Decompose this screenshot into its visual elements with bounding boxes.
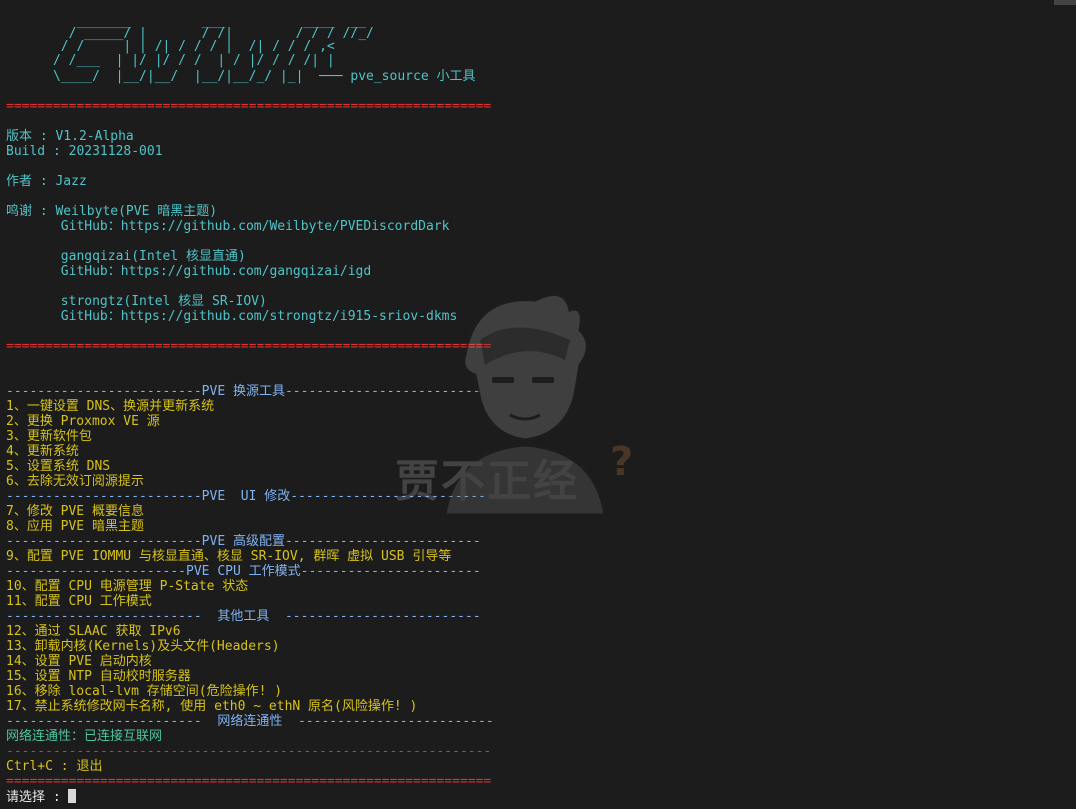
terminal-window[interactable]: _______ ___ ____ __ / _____/ | / /| / / … bbox=[0, 0, 1076, 809]
menu-item-5: 5、设置系统 DNS bbox=[6, 459, 111, 474]
thanks-2: gangqizai(Intel 核显直通) bbox=[6, 249, 246, 264]
thanks-3-link: GitHub：https://github.com/strongtz/i915-… bbox=[6, 309, 458, 324]
author-text: 作者 : Jazz bbox=[6, 174, 87, 189]
section-pve-source: -------------------------PVE 换源工具-------… bbox=[6, 384, 481, 399]
menu-item-6: 6、去除无效订阅源提示 bbox=[6, 474, 144, 489]
logo-line-5: \____/ |__/|__/ |__/|__/_/ |_| ─── pve_s… bbox=[6, 69, 476, 84]
thanks-2-link: GitHub：https://github.com/gangqizai/igd bbox=[6, 264, 372, 279]
thanks-1: 鸣谢 : Weilbyte(PVE 暗黑主题) bbox=[6, 204, 218, 219]
menu-item-8: 8、应用 PVE 暗黑主题 bbox=[6, 519, 144, 534]
menu-item-9: 9、配置 PVE IOMMU 与核显直通、核显 SR-IOV, 群晖 虚拟 US… bbox=[6, 549, 452, 564]
menu-item-2: 2、更换 Proxmox VE 源 bbox=[6, 414, 160, 429]
separator-top: ========================================… bbox=[6, 99, 492, 114]
build-text: Build : 20231128-001 bbox=[6, 144, 163, 159]
menu-item-16: 16、移除 local-lvm 存储空间(危险操作! ) bbox=[6, 684, 283, 699]
text-cursor[interactable] bbox=[68, 789, 77, 803]
section-advanced: -------------------------PVE 高级配置-------… bbox=[6, 534, 481, 549]
separator-dash: ----------------------------------------… bbox=[6, 744, 492, 759]
menu-item-15: 15、设置 NTP 自动校时服务器 bbox=[6, 669, 191, 684]
prompt-label: 请选择 : bbox=[6, 790, 69, 805]
separator-mid: ========================================… bbox=[6, 339, 492, 354]
network-status: 网络连通性：已连接互联网 bbox=[6, 729, 163, 744]
menu-item-4: 4、更新系统 bbox=[6, 444, 79, 459]
thanks-1-link: GitHub：https://github.com/Weilbyte/PVEDi… bbox=[6, 219, 450, 234]
section-network: ------------------------- 网络连通性 --------… bbox=[6, 714, 494, 729]
section-ui-mod: -------------------------PVE UI 修改------… bbox=[6, 489, 486, 504]
version-text: 版本 : V1.2-Alpha bbox=[6, 129, 134, 144]
menu-item-1: 1、一键设置 DNS、换源并更新系统 bbox=[6, 399, 215, 414]
section-cpu-mode: -----------------------PVE CPU 工作模式-----… bbox=[6, 564, 481, 579]
menu-item-13: 13、卸载内核(Kernels)及头文件(Headers) bbox=[6, 639, 280, 654]
menu-item-17: 17、禁止系统修改网卡名称, 使用 eth0 ~ ethN 原名(风险操作! ) bbox=[6, 699, 418, 714]
menu-item-3: 3、更新软件包 bbox=[6, 429, 92, 444]
svg-text:?: ? bbox=[610, 439, 633, 485]
exit-hint: Ctrl+C : 退出 bbox=[6, 759, 103, 774]
separator-bottom: ========================================… bbox=[6, 774, 492, 789]
logo-line-4: / /___ | |/ |/ / / | / |/ / / /| | bbox=[6, 53, 335, 68]
menu-item-7: 7、修改 PVE 概要信息 bbox=[6, 504, 144, 519]
menu-item-11: 11、配置 CPU 工作模式 bbox=[6, 594, 152, 609]
input-prompt[interactable]: 请选择 : bbox=[6, 789, 77, 805]
logo-line-3: / / | | /| / / / | /| / / / ,< bbox=[6, 39, 335, 54]
menu-item-10: 10、配置 CPU 电源管理 P-State 状态 bbox=[6, 579, 249, 594]
section-other-tools: ------------------------- 其他工具 ---------… bbox=[6, 609, 481, 624]
menu-item-14: 14、设置 PVE 启动内核 bbox=[6, 654, 152, 669]
scrollbar-corner bbox=[1054, 0, 1076, 5]
thanks-3: strongtz(Intel 核显 SR-IOV) bbox=[6, 294, 267, 309]
menu-item-12: 12、通过 SLAAC 获取 IPv6 bbox=[6, 624, 181, 639]
